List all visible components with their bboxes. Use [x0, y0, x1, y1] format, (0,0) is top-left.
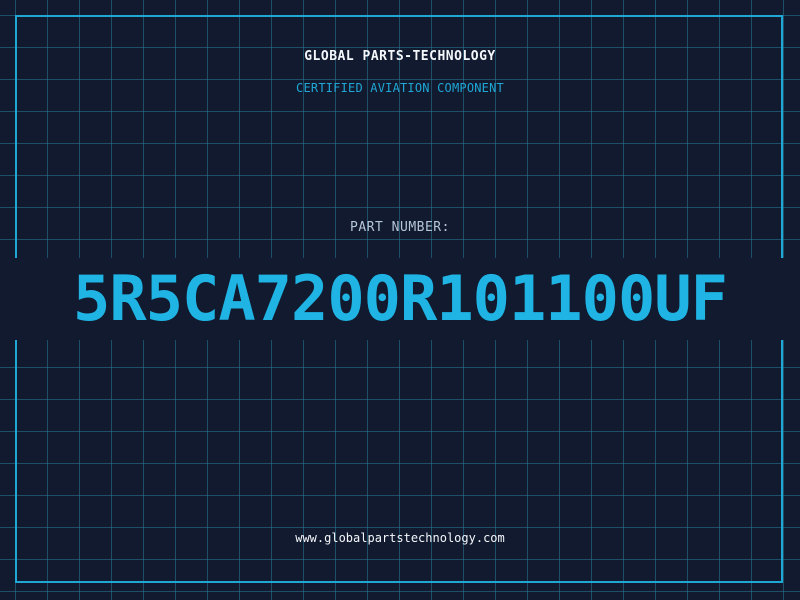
part-number-label: PART NUMBER: — [350, 220, 450, 235]
part-number-value: 5R5CA7200R101100UF — [73, 262, 728, 335]
part-number-band: 5R5CA7200R101100UF — [0, 258, 800, 340]
certification-subtitle: CERTIFIED AVIATION COMPONENT — [296, 81, 504, 95]
part-card: GLOBAL PARTS-TECHNOLOGY CERTIFIED AVIATI… — [0, 0, 800, 600]
website-url: www.globalpartstechnology.com — [295, 531, 505, 545]
company-name: GLOBAL PARTS-TECHNOLOGY — [304, 49, 496, 64]
